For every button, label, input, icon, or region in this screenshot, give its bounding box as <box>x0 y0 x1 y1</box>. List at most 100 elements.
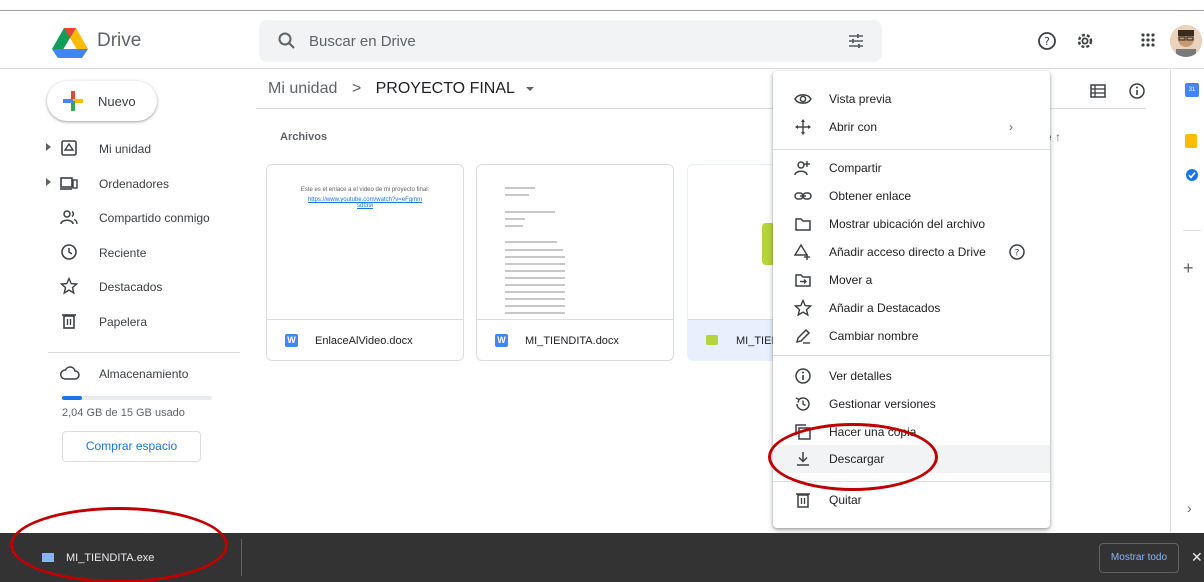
trash-icon <box>62 313 76 329</box>
menu-item-mover-a[interactable]: Mover a <box>773 266 1050 294</box>
svg-text:?: ? <box>1015 249 1020 259</box>
sidebar-item-reciente[interactable]: Reciente <box>0 235 240 270</box>
sidebar-item-label: Compartido conmigo <box>99 211 210 225</box>
storage-label: Almacenamiento <box>99 367 189 381</box>
file-card[interactable]: W MI_TIENDITA.docx <box>476 164 674 361</box>
settings-gear-icon[interactable] <box>1074 30 1096 52</box>
menu-item-label: Cambiar nombre <box>829 329 919 343</box>
menu-item-compartir[interactable]: Compartir <box>773 154 1050 182</box>
expand-arrow-icon[interactable] <box>46 143 51 151</box>
menu-item-label: Mostrar ubicación del archivo <box>829 217 986 231</box>
menu-item-descargar[interactable]: Descargar <box>773 445 1050 473</box>
menu-item-hacer-copia[interactable]: Hacer una copia <box>773 418 1050 446</box>
menu-item-abrir-con[interactable]: Abrir con › <box>773 113 1050 141</box>
search-input[interactable]: Buscar en Drive <box>309 33 416 50</box>
clock-icon <box>61 243 77 260</box>
search-icon[interactable] <box>277 31 297 51</box>
sidebar-item-compartido[interactable]: Compartido conmigo <box>0 200 240 235</box>
help-icon[interactable]: ? <box>1036 30 1058 52</box>
people-icon <box>60 210 78 225</box>
sidebar-item-label: Mi unidad <box>99 142 152 156</box>
chevron-right-icon: › <box>1009 120 1013 134</box>
buy-storage-button[interactable]: Comprar espacio <box>62 431 201 462</box>
executable-file-icon <box>42 553 54 562</box>
menu-divider <box>773 149 1050 150</box>
copy-icon <box>795 424 811 440</box>
menu-item-gestionar-versiones[interactable]: Gestionar versiones <box>773 390 1050 418</box>
section-title-files: Archivos <box>280 131 328 143</box>
show-all-button[interactable]: Mostrar todo <box>1099 543 1179 573</box>
menu-item-obtener-enlace[interactable]: Obtener enlace <box>773 182 1050 210</box>
sidebar-item-storage[interactable]: Almacenamiento <box>0 359 240 389</box>
sidebar-item-papelera[interactable]: Papelera <box>0 304 240 339</box>
move-arrows-icon <box>795 119 811 135</box>
folder-icon <box>795 218 811 231</box>
drive-logo-icon[interactable] <box>52 28 88 58</box>
expand-arrow-icon[interactable] <box>46 177 51 186</box>
avatar-face-icon <box>1170 25 1202 57</box>
person-add-icon <box>794 161 810 176</box>
context-menu: Vista previa Abrir con › Compartir Obten… <box>773 71 1050 528</box>
menu-item-label: Añadir acceso directo a Drive <box>829 245 986 259</box>
caret-down-icon[interactable] <box>525 85 535 93</box>
menu-divider <box>773 481 1050 482</box>
download-icon <box>797 452 809 466</box>
tasks-icon[interactable] <box>1185 168 1199 182</box>
list-view-icon[interactable] <box>1089 82 1107 100</box>
apps-grid-icon[interactable] <box>1138 30 1158 50</box>
search-options-icon[interactable] <box>846 31 866 51</box>
file-card[interactable]: Este es el enlace a el video de mi proye… <box>266 164 464 361</box>
sidebar-item-mi-unidad[interactable]: Mi unidad <box>0 131 240 166</box>
sidebar-item-destacados[interactable]: Destacados <box>0 269 240 304</box>
sidebar-item-label: Ordenadores <box>99 176 170 191</box>
word-file-icon: W <box>285 334 298 347</box>
pencil-icon <box>795 328 811 344</box>
plus-icon <box>63 91 83 111</box>
breadcrumb-current-folder[interactable]: PROYECTO FINAL <box>376 80 515 97</box>
menu-item-label: Gestionar versiones <box>829 397 936 411</box>
download-item[interactable]: MI_TIENDITA.exe <box>0 533 241 582</box>
download-bar: MI_TIENDITA.exe Mostrar todo ✕ <box>0 533 1204 582</box>
new-button[interactable]: Nuevo <box>47 81 157 121</box>
shortcut-icon <box>794 243 810 260</box>
link-icon <box>794 192 812 200</box>
details-info-icon[interactable] <box>1128 82 1146 100</box>
menu-item-quitar[interactable]: Quitar <box>773 486 1050 514</box>
breadcrumb: Mi unidad > PROYECTO FINAL <box>268 80 535 98</box>
file-card-footer: W EnlaceAlVideo.docx <box>267 321 463 360</box>
app-title[interactable]: Drive <box>97 30 141 52</box>
account-avatar[interactable] <box>1170 25 1202 57</box>
add-addon-icon[interactable]: + <box>1183 258 1194 279</box>
file-thumbnail: Este es el enlace a el video de mi proye… <box>267 165 463 320</box>
menu-item-vista-previa[interactable]: Vista previa <box>773 85 1050 113</box>
sidebar-item-label: Reciente <box>99 245 147 260</box>
preview-link: https://www.youtube.com/watch?v=eFgmm sd… <box>307 197 423 209</box>
menu-item-cambiar-nombre[interactable]: Cambiar nombre <box>773 322 1050 350</box>
star-icon <box>794 299 812 317</box>
menu-item-destacados[interactable]: Añadir a Destacados <box>773 294 1050 322</box>
preview-text: Este es el enlace a el video de mi proye… <box>300 187 430 193</box>
menu-item-mostrar-ubicacion[interactable]: Mostrar ubicación del archivo <box>773 210 1050 238</box>
drive-icon <box>61 140 77 156</box>
exe-file-icon <box>706 335 718 345</box>
trash-icon <box>796 493 810 508</box>
keep-icon[interactable] <box>1185 134 1197 148</box>
expand-panel-icon[interactable]: › <box>1187 500 1192 516</box>
menu-item-acceso-directo[interactable]: Añadir acceso directo a Drive ? <box>773 238 1050 266</box>
breadcrumb-root[interactable]: Mi unidad <box>268 80 337 97</box>
close-download-bar-icon[interactable]: ✕ <box>1191 549 1203 566</box>
info-icon <box>795 368 811 384</box>
search-box[interactable]: Buscar en Drive <box>259 20 882 62</box>
side-panel-rail: 31 + › <box>1170 70 1204 532</box>
calendar-icon[interactable]: 31 <box>1185 83 1199 97</box>
word-file-icon: W <box>495 334 508 347</box>
menu-divider <box>773 355 1050 356</box>
move-to-icon <box>795 274 811 287</box>
storage-progress-fill <box>62 396 83 400</box>
help-icon[interactable]: ? <box>1008 243 1026 261</box>
menu-item-label: Descargar <box>829 452 885 466</box>
sidebar-divider <box>48 352 240 353</box>
sidebar-item-ordenadores[interactable]: Ordenadores <box>0 166 240 201</box>
download-file-name: MI_TIENDITA.exe <box>66 552 155 564</box>
menu-item-ver-detalles[interactable]: Ver detalles <box>773 362 1050 390</box>
